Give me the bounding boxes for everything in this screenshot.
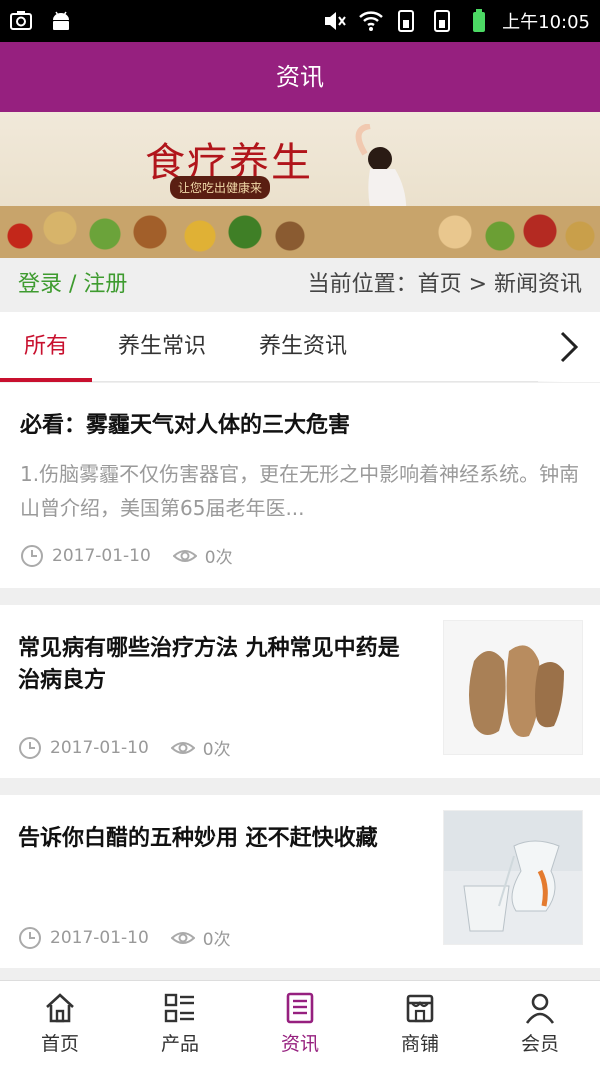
nav-news[interactable]: 资讯	[240, 981, 360, 1067]
article-title[interactable]: 告诉你白醋的五种妙用 还不赶快收藏	[18, 823, 418, 855]
vinegar-glass-image	[444, 811, 582, 944]
article-meta: 2017-01-10 0次	[20, 543, 233, 568]
status-bar: 上午10:05	[0, 0, 600, 42]
nav-products[interactable]: 产品	[120, 981, 240, 1067]
nav-home[interactable]: 首页	[0, 981, 120, 1067]
herbal-roots-image	[444, 621, 582, 754]
user-icon	[525, 993, 555, 1024]
article-card[interactable]: 告诉你白醋的五种妙用 还不赶快收藏 2017-01-10 0次	[0, 795, 600, 968]
article-views: 0次	[202, 930, 231, 950]
sim1-icon	[398, 10, 415, 32]
screenshot-icon	[10, 11, 32, 30]
article-meta: 2017-01-10 0次	[18, 925, 231, 950]
nav-label: 商铺	[400, 1033, 439, 1055]
banner-slogan: 让您吃出健康来	[170, 176, 271, 199]
tab-all[interactable]: 所有	[0, 312, 92, 382]
eye-icon	[170, 741, 195, 754]
category-tabs: 所有 养生常识 养生资讯	[0, 312, 600, 382]
clock-icon	[19, 736, 41, 759]
article-card[interactable]: 必看：雾霾天气对人体的三大危害 1.伤脑雾霾不仅伤害器官，更在无形之中影响着神经…	[0, 383, 600, 588]
bottom-nav: 首页 产品 资讯 商铺 会员	[0, 980, 600, 1067]
tab-health-knowledge[interactable]: 养生常识	[103, 312, 221, 382]
article-views: 0次	[202, 740, 231, 760]
android-icon	[53, 11, 69, 30]
nav-shop[interactable]: 商铺	[360, 981, 480, 1067]
sim2-icon	[434, 10, 451, 32]
breadcrumb: 当前位置：首页 > 新闻资讯	[307, 272, 582, 297]
battery-icon	[473, 9, 486, 32]
banner-image[interactable]: 食疗养生 让您吃出健康来	[0, 112, 600, 258]
eye-icon	[170, 931, 195, 944]
nav-member[interactable]: 会员	[480, 981, 600, 1067]
article-views: 0次	[204, 548, 233, 568]
home-icon	[46, 993, 74, 1023]
clock-icon	[19, 926, 41, 949]
article-date: 2017-01-10	[50, 737, 149, 758]
status-time: 上午10:05	[502, 12, 590, 33]
banner-foods	[0, 206, 600, 258]
eye-icon	[172, 549, 197, 562]
nav-label: 资讯	[280, 1033, 319, 1055]
article-thumbnail[interactable]	[443, 810, 583, 945]
chevron-right-icon	[560, 331, 579, 363]
nav-label: 首页	[40, 1033, 79, 1055]
nav-label: 产品	[160, 1033, 199, 1055]
article-card[interactable]: 常见病有哪些治疗方法 九种常见中药是治病良方 2017-01-10 0次	[0, 605, 600, 778]
article-summary: 1.伤脑雾霾不仅伤害器官，更在无形之中影响着神经系统。钟南山曾介绍，美国第65届…	[20, 462, 580, 520]
tabs-scroll-button[interactable]	[538, 312, 600, 382]
location-bar: 登录 / 注册 当前位置：首页 > 新闻资讯	[0, 258, 600, 312]
grid-list-icon	[164, 993, 194, 1023]
article-title[interactable]: 必看：雾霾天气对人体的三大危害	[20, 407, 350, 439]
article-date: 2017-01-10	[50, 927, 149, 948]
article-date: 2017-01-10	[52, 545, 151, 566]
article-title[interactable]: 常见病有哪些治疗方法 九种常见中药是治病良方	[18, 633, 418, 697]
page-title: 资讯	[0, 42, 600, 112]
login-register-link[interactable]: 登录 / 注册	[18, 258, 127, 312]
mute-icon	[325, 12, 346, 30]
nav-label: 会员	[520, 1033, 559, 1055]
shop-icon	[406, 994, 434, 1023]
article-thumbnail[interactable]	[443, 620, 583, 755]
clock-icon	[21, 544, 43, 567]
tab-health-news[interactable]: 养生资讯	[244, 312, 362, 382]
article-meta: 2017-01-10 0次	[18, 735, 231, 760]
wifi-icon	[359, 11, 383, 31]
news-icon	[286, 992, 314, 1024]
